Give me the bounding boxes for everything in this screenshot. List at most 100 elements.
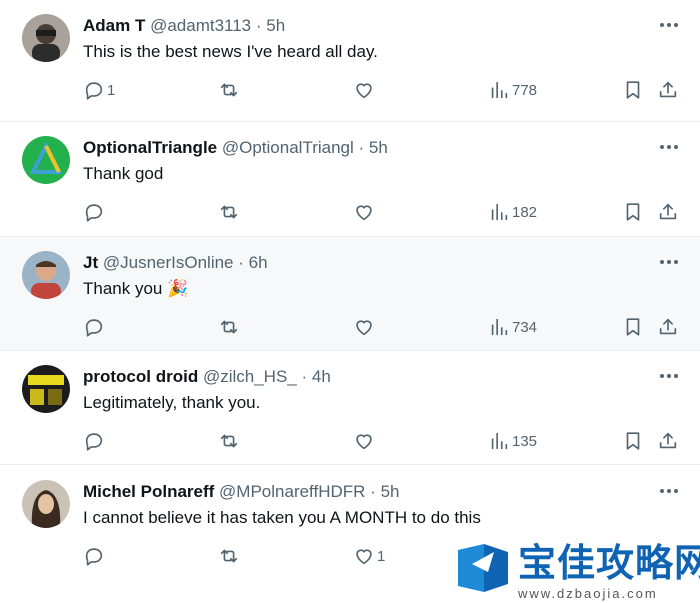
- views-chart-icon: [491, 318, 508, 336]
- action-bar: 1 778: [0, 78, 700, 102]
- reply-text: Legitimately, thank you.: [83, 393, 261, 412]
- reply-button[interactable]: 1: [83, 78, 115, 102]
- separator-dot: ·: [358, 138, 365, 157]
- views-button[interactable]: 135: [488, 429, 537, 453]
- more-dots-icon[interactable]: [658, 16, 680, 34]
- user-handle[interactable]: @adamt3113: [150, 16, 251, 35]
- bookmark-icon: [626, 81, 640, 99]
- view-count: 778: [512, 81, 538, 99]
- views-chart-icon: [491, 81, 508, 99]
- bookmark-button[interactable]: [622, 429, 644, 453]
- reply-icon: [85, 204, 103, 222]
- timestamp[interactable]: 4h: [312, 367, 331, 386]
- watermark-title: 宝佳攻略网: [518, 541, 700, 585]
- watermark: 宝佳攻略网 www.dzbaojia.com: [448, 536, 700, 603]
- reply-tweet[interactable]: Adam T @adamt3113 · 5h This is the best …: [0, 0, 700, 114]
- user-handle[interactable]: @zilch_HS_: [203, 367, 297, 386]
- share-icon: [659, 203, 677, 220]
- share-button[interactable]: [657, 78, 679, 102]
- reply-button[interactable]: [83, 429, 107, 453]
- avatar[interactable]: [22, 14, 70, 62]
- reply-header: Jt @JusnerIsOnline · 6h: [83, 252, 268, 274]
- like-button[interactable]: [353, 78, 377, 102]
- timestamp[interactable]: 5h: [381, 482, 400, 501]
- share-button[interactable]: [657, 315, 679, 339]
- avatar[interactable]: [22, 365, 70, 413]
- user-handle[interactable]: @MPolnareffHDFR: [219, 482, 365, 501]
- heart-icon: [356, 434, 372, 450]
- reply-text-body: Thank you: [83, 279, 163, 298]
- watermark-url: www.dzbaojia.com: [518, 586, 658, 601]
- views-button[interactable]: 734: [488, 315, 537, 339]
- action-bar: 135: [0, 429, 700, 453]
- reply-text: This is the best news I've heard all day…: [83, 42, 378, 61]
- view-count: 182: [512, 203, 538, 221]
- share-button[interactable]: [657, 429, 679, 453]
- reply-icon: [85, 319, 103, 337]
- retweet-button[interactable]: [218, 544, 242, 568]
- share-button[interactable]: [657, 200, 679, 224]
- bookmark-button[interactable]: [622, 315, 644, 339]
- reply-header: OptionalTriangle @OptionalTriangl · 5h: [83, 137, 388, 159]
- like-button[interactable]: 1: [353, 544, 385, 568]
- reply-button[interactable]: [83, 200, 107, 224]
- reply-tweet[interactable]: protocol droid @zilch_HS_ · 4h Legitimat…: [0, 351, 700, 464]
- share-icon: [659, 432, 677, 449]
- separator-dot: ·: [301, 367, 308, 386]
- bookmark-button[interactable]: [622, 200, 644, 224]
- more-dots-icon[interactable]: [658, 482, 680, 500]
- user-handle[interactable]: @JusnerIsOnline: [103, 253, 234, 272]
- separator-dot: ·: [255, 16, 262, 35]
- avatar[interactable]: [22, 480, 70, 528]
- retweet-button[interactable]: [218, 315, 242, 339]
- bookmark-button[interactable]: [622, 78, 644, 102]
- like-button[interactable]: [353, 200, 377, 224]
- user-name[interactable]: OptionalTriangle: [83, 138, 217, 157]
- reply-header: Michel Polnareff @MPolnareffHDFR · 5h: [83, 481, 399, 503]
- like-button[interactable]: [353, 315, 377, 339]
- retweet-button[interactable]: [218, 200, 242, 224]
- user-name[interactable]: Adam T: [83, 16, 145, 35]
- views-chart-icon: [491, 203, 508, 221]
- bookmark-icon: [626, 432, 640, 450]
- reply-button[interactable]: [83, 544, 107, 568]
- like-button[interactable]: [353, 429, 377, 453]
- retweet-icon: [220, 205, 238, 219]
- party-popper-emoji: 🎉: [167, 279, 189, 298]
- user-handle[interactable]: @OptionalTriangl: [222, 138, 354, 157]
- more-dots-icon[interactable]: [658, 367, 680, 385]
- user-name[interactable]: protocol droid: [83, 367, 198, 386]
- watermark-logo-icon: [458, 544, 508, 592]
- bookmark-icon: [626, 318, 640, 336]
- timestamp[interactable]: 6h: [249, 253, 268, 272]
- avatar[interactable]: [22, 136, 70, 184]
- reply-header: Adam T @adamt3113 · 5h: [83, 15, 285, 37]
- reply-text: I cannot believe it has taken you A MONT…: [83, 508, 481, 527]
- reply-tweet[interactable]: OptionalTriangle @OptionalTriangl · 5h T…: [0, 122, 700, 236]
- retweet-icon: [220, 434, 238, 448]
- divider: [0, 464, 700, 465]
- avatar[interactable]: [22, 251, 70, 299]
- timestamp[interactable]: 5h: [369, 138, 388, 157]
- retweet-button[interactable]: [218, 429, 242, 453]
- separator-dot: ·: [238, 253, 244, 272]
- timestamp[interactable]: 5h: [266, 16, 285, 35]
- retweet-icon: [220, 83, 238, 97]
- view-count: 135: [512, 432, 538, 450]
- more-dots-icon[interactable]: [658, 253, 680, 271]
- more-dots-icon[interactable]: [658, 138, 680, 156]
- reply-tweet[interactable]: Jt @JusnerIsOnline · 6h Thank you 🎉 734: [0, 237, 700, 350]
- heart-icon: [356, 83, 372, 99]
- share-icon: [659, 81, 677, 98]
- reply-icon: [85, 82, 103, 100]
- views-chart-icon: [491, 432, 508, 450]
- reply-count: 1: [107, 81, 116, 99]
- retweet-button[interactable]: [218, 78, 242, 102]
- separator-dot: ·: [370, 482, 376, 501]
- user-name[interactable]: Jt: [83, 253, 98, 272]
- views-button[interactable]: 182: [488, 200, 537, 224]
- retweet-icon: [220, 320, 238, 334]
- reply-button[interactable]: [83, 315, 107, 339]
- user-name[interactable]: Michel Polnareff: [83, 482, 214, 501]
- views-button[interactable]: 778: [488, 78, 537, 102]
